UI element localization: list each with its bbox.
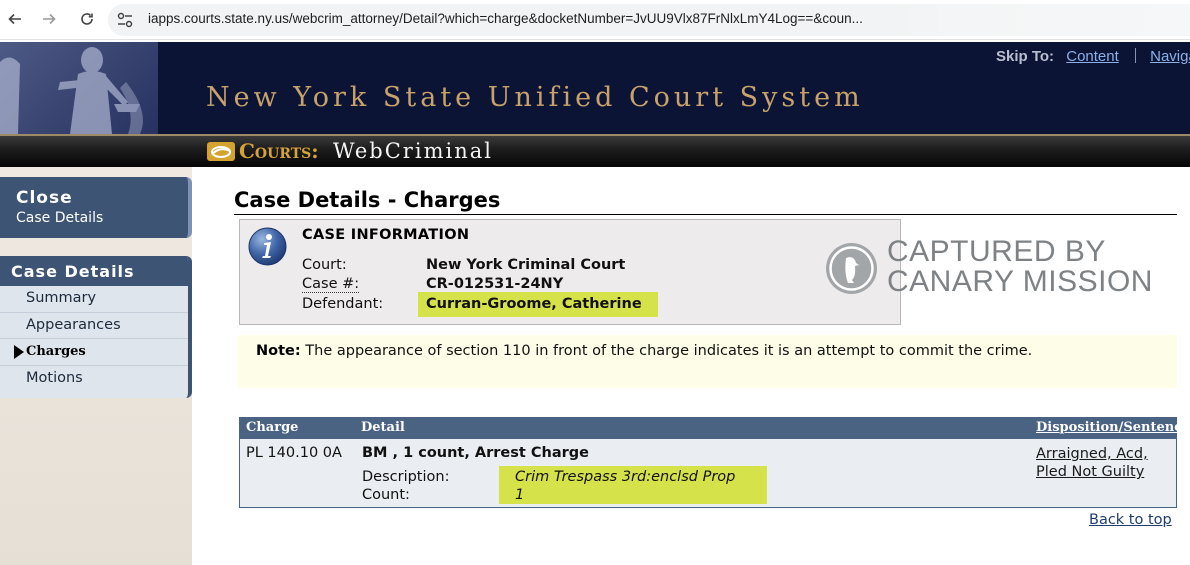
current-page-arrow-icon xyxy=(14,345,24,359)
skip-separator xyxy=(1134,48,1136,63)
left-sidebar: Close Case Details Case Details Summary … xyxy=(0,167,192,565)
courts-logo-icon xyxy=(207,142,235,161)
reload-icon[interactable] xyxy=(76,8,98,30)
detail-column-header: Detail xyxy=(361,420,405,435)
sidebar-item-appearances[interactable]: Appearances xyxy=(0,313,188,339)
sidebar-item-label: Charges xyxy=(26,344,86,359)
watermark-line-1: CAPTURED BY xyxy=(887,235,1106,268)
charge-code: PL 140.10 0A xyxy=(246,445,342,461)
attempt-note: Note: The appearance of section 110 in f… xyxy=(238,335,1177,388)
watermark-line-2: CANARY MISSION xyxy=(887,265,1153,298)
court-label: Court: xyxy=(302,257,347,273)
site-info-icon[interactable] xyxy=(116,11,134,29)
watermark-text: CAPTURED BY CANARY MISSION xyxy=(887,237,1153,297)
note-body: The appearance of section 110 in front o… xyxy=(300,343,1033,359)
case-information-panel: CASE INFORMATION Court: New York Crimina… xyxy=(239,219,901,325)
case-number-label-text: Case #: xyxy=(302,276,360,293)
case-info-heading: CASE INFORMATION xyxy=(302,227,470,243)
courts-label: Courts: xyxy=(239,139,319,163)
back-to-top-link[interactable]: Back to top xyxy=(1089,512,1172,528)
sidebar-item-motions[interactable]: Motions xyxy=(0,366,188,393)
title-divider xyxy=(234,214,1177,215)
note-label: Note: xyxy=(256,343,301,359)
skip-to-navigation-link[interactable]: Naviga xyxy=(1150,48,1190,65)
close-subtitle: Case Details xyxy=(16,210,104,226)
description-value: Crim Trespass 3rd:enclsd Prop xyxy=(515,469,736,485)
case-details-menu: Case Details Summary Appearances Charges… xyxy=(0,256,192,398)
info-icon xyxy=(248,227,287,266)
skip-to-bar: Skip To: Content Naviga xyxy=(996,48,1190,65)
count-label: Count: xyxy=(362,487,410,503)
count-value: 1 xyxy=(515,487,525,503)
canary-logo-icon xyxy=(826,243,877,294)
address-bar[interactable]: iapps.courts.state.ny.us/webcrim_attorne… xyxy=(108,4,1190,36)
url-fade xyxy=(890,4,1190,36)
disposition-line-1: Arraigned, Acd, xyxy=(1036,446,1148,462)
menu-title: Case Details xyxy=(0,256,188,286)
charge-column-header: Charge xyxy=(246,420,299,435)
close-title: Close xyxy=(16,188,73,208)
captured-by-watermark: CAPTURED BY CANARY MISSION xyxy=(826,237,1152,301)
defendant-label: Defendant: xyxy=(302,296,384,312)
defendant-value: Curran-Groome, Catherine xyxy=(426,296,642,312)
case-number-value: CR-012531-24NY xyxy=(426,276,564,292)
case-number-label: Case #: xyxy=(302,276,360,293)
forward-arrow-icon[interactable] xyxy=(38,8,60,30)
skip-to-label: Skip To: xyxy=(996,48,1055,65)
page-title: Case Details - Charges xyxy=(234,188,501,212)
charges-table: Charge Detail Disposition/Sentence PL 14… xyxy=(239,417,1190,508)
disposition-column-header[interactable]: Disposition/Sentence xyxy=(1036,420,1190,435)
close-case-details-button[interactable]: Close Case Details xyxy=(0,177,192,238)
site-banner: Skip To: Content Naviga New York State U… xyxy=(0,42,1190,134)
charge-detail-title: BM , 1 count, Arrest Charge xyxy=(362,445,589,461)
sidebar-item-summary[interactable]: Summary xyxy=(0,286,188,313)
disposition-line-2: Pled Not Guilty xyxy=(1036,464,1145,480)
site-title: New York State Unified Court System xyxy=(206,82,864,113)
app-banner: Courts: WebCriminal xyxy=(0,134,1190,167)
app-name: WebCriminal xyxy=(333,139,493,163)
sidebar-item-charges[interactable]: Charges xyxy=(0,339,188,366)
url-text[interactable]: iapps.courts.state.ny.us/webcrim_attorne… xyxy=(148,11,863,26)
skip-to-content-link[interactable]: Content xyxy=(1066,48,1119,65)
description-label: Description: xyxy=(362,469,450,485)
court-value: New York Criminal Court xyxy=(426,257,626,273)
back-arrow-icon[interactable] xyxy=(4,8,26,30)
note-text: Note: The appearance of section 110 in f… xyxy=(256,343,1032,359)
charges-table-header: Charge Detail Disposition/Sentence xyxy=(240,418,1190,439)
browser-toolbar: iapps.courts.state.ny.us/webcrim_attorne… xyxy=(0,0,1190,40)
justice-seal-logo xyxy=(0,42,158,134)
disposition-link[interactable]: Arraigned, Acd, Pled Not Guilty xyxy=(1036,445,1148,481)
